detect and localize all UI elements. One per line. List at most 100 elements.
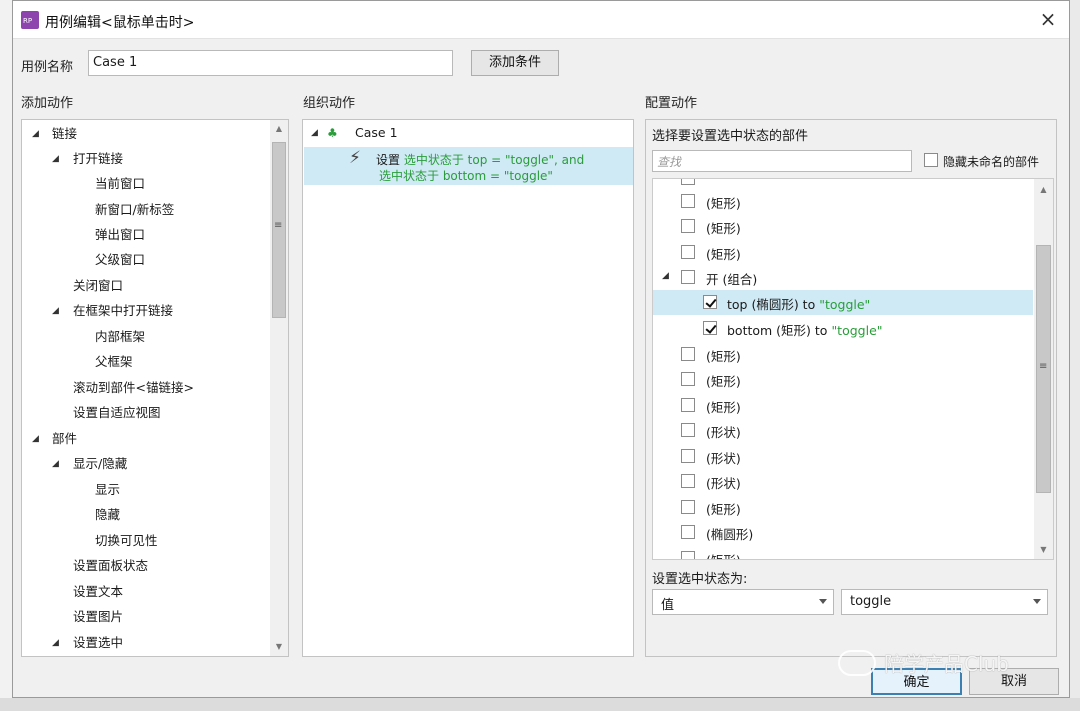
tree-item-new-window[interactable]: 新窗口/新标签 (95, 198, 174, 222)
tree-item-set-panel-state[interactable]: 设置面板状态 (73, 554, 148, 578)
widget-label: (矩形) (706, 550, 741, 559)
widget-checkbox[interactable] (681, 500, 695, 514)
widget-name: top (椭圆形) to (727, 297, 820, 312)
widget-checkbox[interactable] (681, 347, 695, 361)
action-line-2: 选中状态于 bottom = "toggle" (379, 169, 553, 183)
set-selected-label: 设置选中状态为: (652, 572, 748, 587)
chevron-down-icon (819, 599, 827, 604)
widget-checkbox-checked[interactable] (703, 321, 717, 335)
scroll-up-arrow-icon[interactable]: ▲ (1034, 185, 1053, 194)
widget-label: (形状) (706, 476, 741, 491)
tree-item-close-window[interactable]: 关闭窗口 (73, 274, 123, 298)
case-name-input[interactable]: Case 1 (88, 50, 453, 76)
tree-item-set-image[interactable]: 设置图片 (73, 605, 123, 629)
widget-checkbox[interactable] (681, 194, 695, 208)
collapse-triangle-icon[interactable]: ◢ (311, 121, 318, 145)
case-node[interactable]: ◢ ♣ Case 1 (303, 121, 633, 145)
tree-item-open-in-frame[interactable]: ◢ 在框架中打开链接 (22, 299, 272, 323)
widget-label: (矩形) (706, 502, 741, 517)
widget-label: (矩形) (706, 221, 741, 236)
value-select[interactable]: toggle (841, 589, 1048, 615)
tree-item-show-hide[interactable]: ◢ 显示/隐藏 (22, 452, 272, 476)
lightning-icon: ⚡ (349, 148, 361, 168)
widget-checkbox[interactable] (681, 372, 695, 386)
widget-label: top (椭圆形) to "toggle" (727, 294, 870, 313)
tree-item-label: 链接 (52, 126, 78, 141)
wechat-watermark-icon (838, 650, 876, 676)
select-widgets-label: 选择要设置选中状态的部件 (652, 129, 809, 144)
widget-checkbox[interactable] (681, 525, 695, 539)
value-type-select[interactable]: 值 (652, 589, 834, 615)
tree-item-parent-window[interactable]: 父级窗口 (95, 248, 145, 272)
scroll-down-arrow-icon[interactable]: ▼ (270, 642, 288, 651)
background-window-left (0, 0, 12, 711)
collapse-triangle-icon[interactable]: ◢ (32, 427, 39, 451)
collapse-triangle-icon[interactable]: ◢ (52, 452, 59, 476)
widget-checkbox[interactable] (681, 551, 695, 559)
add-actions-header: 添加动作 (21, 96, 74, 111)
widget-checkbox[interactable] (681, 245, 695, 259)
tree-item-set-text[interactable]: 设置文本 (73, 580, 123, 604)
widget-value: "toggle" (819, 297, 871, 312)
widget-checkbox[interactable] (681, 179, 695, 185)
widget-value: "toggle" (831, 323, 883, 338)
widget-label: (矩形) (706, 349, 741, 364)
tree-item-label: 显示/隐藏 (73, 456, 128, 471)
add-actions-tree: ◢ 链接 ◢ 打开链接 当前窗口 新窗口/新标签 弹出窗口 父级窗口 关闭窗口 ◢ 在… (21, 119, 289, 657)
tree-item-open-link[interactable]: ◢ 打开链接 (22, 147, 272, 171)
close-icon[interactable]: × (1035, 7, 1061, 33)
tree-item-parent-frame[interactable]: 父框架 (95, 350, 133, 374)
widget-label: (矩形) (706, 196, 741, 211)
add-condition-button[interactable]: 添加条件 (471, 50, 559, 76)
widget-checkbox[interactable] (681, 474, 695, 488)
value-type-text: 值 (661, 598, 675, 613)
widget-list-scrollbar[interactable]: ▲ ≡ ▼ (1034, 179, 1053, 559)
scroll-down-arrow-icon[interactable]: ▼ (1034, 545, 1053, 554)
tree-item-set-selected[interactable]: ◢ 设置选中 (22, 631, 272, 655)
tree-item-link[interactable]: ◢ 链接 (22, 122, 272, 146)
tree-item-inline-frame[interactable]: 内部框架 (95, 325, 145, 349)
case-name-label: 用例名称 (21, 60, 74, 75)
value-text: toggle (850, 594, 892, 609)
case-tree-icon: ♣ (327, 126, 338, 140)
collapse-triangle-icon[interactable]: ◢ (52, 299, 59, 323)
add-actions-scrollbar[interactable]: ▲ ≡ ▼ (270, 120, 288, 656)
action-detail-1: 选中状态于 top = "toggle", and (403, 153, 585, 167)
tree-item-widgets[interactable]: ◢ 部件 (22, 427, 272, 451)
widget-checkbox[interactable] (681, 449, 695, 463)
tree-item-set-adaptive-view[interactable]: 设置自适应视图 (73, 401, 161, 425)
scroll-grip-icon: ≡ (274, 220, 283, 231)
widget-label: 开 (组合) (706, 272, 758, 287)
tree-item-show[interactable]: 显示 (95, 478, 120, 502)
widget-checkbox[interactable] (681, 398, 695, 412)
axure-app-icon: RP (21, 11, 39, 29)
widget-search-input[interactable]: 查找 (652, 150, 912, 172)
tree-item-popup-window[interactable]: 弹出窗口 (95, 223, 145, 247)
collapse-triangle-icon[interactable]: ◢ (662, 271, 669, 281)
configure-actions-panel: 选择要设置选中状态的部件 查找 隐藏未命名的部件 (矩形) (矩形) (矩形) … (645, 119, 1057, 657)
background-window-bottom (0, 698, 1080, 711)
tree-item-toggle-visibility[interactable]: 切换可见性 (95, 529, 158, 553)
collapse-triangle-icon[interactable]: ◢ (52, 147, 59, 171)
app-icon-text: RP (23, 17, 33, 25)
widget-checkbox-checked[interactable] (703, 295, 717, 309)
widget-checkbox[interactable] (681, 270, 695, 284)
scroll-up-arrow-icon[interactable]: ▲ (270, 124, 288, 133)
scroll-grip-icon: ≡ (1039, 361, 1048, 372)
tree-item-scroll-to-widget[interactable]: 滚动到部件<锚链接> (73, 376, 194, 400)
widget-checkbox[interactable] (681, 423, 695, 437)
watermark-text: 陪学产品Club (884, 652, 1009, 676)
title-bar: RP 用例编辑<鼠标单击时> × (13, 1, 1069, 39)
hide-unnamed-checkbox[interactable] (924, 153, 938, 167)
case-editor-dialog: RP 用例编辑<鼠标单击时> × 用例名称 Case 1 添加条件 添加动作 组… (12, 0, 1070, 698)
widget-label: (形状) (706, 451, 741, 466)
tree-item-current-window[interactable]: 当前窗口 (95, 172, 145, 196)
tree-item-hide[interactable]: 隐藏 (95, 503, 120, 527)
organize-actions-tree: ◢ ♣ Case 1 ⚡ 设置 选中状态于 top = "toggle", an… (302, 119, 634, 657)
widget-list: (矩形) (矩形) (矩形) ◢ 开 (组合) top (椭圆形) to "to… (652, 178, 1054, 560)
collapse-triangle-icon[interactable]: ◢ (52, 631, 59, 655)
widget-checkbox[interactable] (681, 219, 695, 233)
configure-actions-header: 配置动作 (645, 96, 698, 111)
collapse-triangle-icon[interactable]: ◢ (32, 122, 39, 146)
action-line-1: 设置 选中状态于 top = "toggle", and (376, 151, 584, 168)
